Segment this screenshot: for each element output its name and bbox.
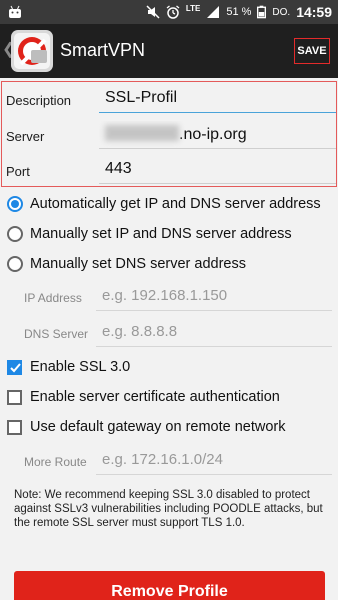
ip-address-input[interactable]: e.g. 192.168.1.150	[96, 283, 332, 311]
smartvpn-logo-icon[interactable]	[11, 30, 53, 72]
server-label: Server	[6, 129, 45, 144]
checkbox-default-gateway-label: Use default gateway on remote network	[30, 419, 286, 435]
radio-manual-dns-label: Manually set DNS server address	[30, 256, 246, 272]
port-field[interactable]: 443	[99, 156, 336, 184]
server-domain: .no-ip.org	[179, 126, 247, 143]
checkbox-checked-icon[interactable]	[7, 359, 22, 375]
checkbox-unchecked-icon[interactable]	[7, 419, 22, 435]
port-row: Port 443	[2, 154, 336, 188]
dns-server-input[interactable]: e.g. 8.8.8.8	[96, 319, 332, 347]
ip-address-label: IP Address	[24, 291, 82, 305]
app-title: SmartVPN	[60, 40, 146, 60]
android-icon	[9, 5, 21, 18]
mute-icon	[146, 5, 160, 19]
server-row: Server .no-ip.org	[2, 119, 336, 153]
checkbox-cert-auth[interactable]: Enable server certificate authentication	[7, 385, 280, 409]
checkbox-enable-ssl3[interactable]: Enable SSL 3.0	[7, 355, 130, 379]
remove-profile-button[interactable]: Remove Profile	[14, 571, 325, 600]
radio-unselected-icon[interactable]	[7, 256, 23, 272]
description-field[interactable]: SSL-Profil	[99, 85, 336, 113]
clock: 14:59	[296, 4, 332, 20]
description-row: Description SSL-Profil	[2, 83, 336, 117]
radio-auto-label: Automatically get IP and DNS server addr…	[30, 196, 321, 212]
radio-manual-ip-dns[interactable]: Manually set IP and DNS server address	[7, 222, 292, 246]
save-button[interactable]: SAVE	[294, 38, 330, 64]
day-label: DO.	[272, 6, 291, 18]
checkbox-default-gateway[interactable]: Use default gateway on remote network	[7, 415, 286, 439]
description-label: Description	[6, 93, 72, 108]
checkbox-unchecked-icon[interactable]	[7, 389, 22, 405]
signal-icon	[207, 6, 220, 18]
status-bar: LTE 51 % DO. 14:59	[0, 0, 338, 24]
more-route-label: More Route	[24, 455, 87, 469]
checkbox-ssl3-label: Enable SSL 3.0	[30, 359, 131, 375]
profile-fields-group: Description SSL-Profil Server .no-ip.org…	[1, 81, 337, 187]
ssl-note: Note: We recommend keeping SSL 3.0 disab…	[14, 489, 323, 529]
redacted-hostname	[105, 125, 179, 141]
dns-server-label: DNS Server	[24, 327, 89, 341]
network-type: LTE	[185, 4, 201, 13]
radio-auto-address[interactable]: Automatically get IP and DNS server addr…	[7, 192, 321, 216]
more-route-input[interactable]: e.g. 172.16.1.0/24	[96, 447, 332, 475]
radio-unselected-icon[interactable]	[7, 226, 23, 242]
server-field[interactable]: .no-ip.org	[99, 121, 336, 149]
radio-manual-ip-dns-label: Manually set IP and DNS server address	[30, 226, 292, 242]
radio-selected-icon[interactable]	[7, 196, 23, 212]
battery-icon	[257, 5, 267, 19]
radio-manual-dns[interactable]: Manually set DNS server address	[7, 252, 246, 276]
checkbox-cert-auth-label: Enable server certificate authentication	[30, 389, 280, 405]
alarm-icon	[166, 5, 180, 19]
port-label: Port	[6, 164, 30, 179]
battery-percent: 51 %	[226, 6, 252, 18]
action-bar: ❮ SmartVPN SAVE	[0, 24, 338, 78]
